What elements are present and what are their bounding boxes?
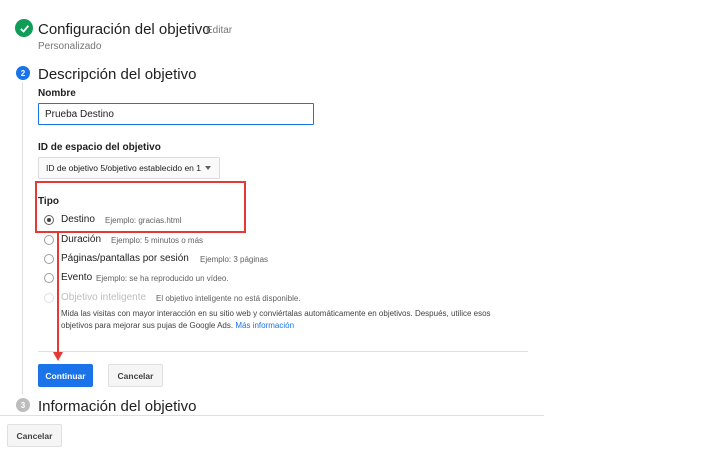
check-icon xyxy=(19,24,29,33)
step3-number-badge: 3 xyxy=(16,398,30,412)
divider xyxy=(0,415,544,416)
radio-objetivo-inteligente xyxy=(44,293,54,303)
continue-button[interactable]: Continuar xyxy=(38,364,93,387)
option-label-evento: Evento xyxy=(61,272,93,283)
option-label-paginas: Páginas/pantallas por sesión xyxy=(61,253,189,264)
cancel-step-button[interactable]: Cancelar xyxy=(108,364,163,387)
radio-duracion[interactable] xyxy=(44,235,54,245)
slot-dropdown-value: ID de objetivo 5/objetivo establecido en… xyxy=(46,163,201,173)
radio-evento[interactable] xyxy=(44,273,54,283)
slot-label: ID de espacio del objetivo xyxy=(38,142,161,153)
step2-title: Descripción del objetivo xyxy=(38,66,197,83)
step3-title: Información del objetivo xyxy=(38,398,197,415)
option-example-evento: Ejemplo: se ha reproducido un vídeo. xyxy=(96,274,229,283)
highlight-box xyxy=(35,181,246,233)
smart-goal-help: Mida las visitas con mayor interacción e… xyxy=(61,308,531,331)
step-connector-line xyxy=(22,82,23,394)
cancel-button[interactable]: Cancelar xyxy=(7,424,62,447)
name-label: Nombre xyxy=(38,88,76,99)
slot-dropdown[interactable]: ID de objetivo 5/objetivo establecido en… xyxy=(38,157,220,179)
edit-link[interactable]: Editar xyxy=(206,25,232,36)
divider xyxy=(38,351,528,352)
option-label-objetivo-inteligente: Objetivo inteligente xyxy=(61,292,147,303)
option-example-duracion: Ejemplo: 5 minutos o más xyxy=(111,236,204,245)
step1-title: Configuración del objetivo xyxy=(38,21,211,38)
help-line-2: objetivos para mejorar sus pujas de Goog… xyxy=(61,320,531,332)
option-example-objetivo-inteligente: El objetivo inteligente no está disponib… xyxy=(156,294,301,303)
arrow-down-icon xyxy=(53,352,63,361)
radio-paginas[interactable] xyxy=(44,254,54,264)
caret-down-icon xyxy=(205,166,211,170)
help-line-1: Mida las visitas con mayor interacción e… xyxy=(61,309,491,318)
step1-subtitle: Personalizado xyxy=(38,41,102,52)
option-label-duracion: Duración xyxy=(61,234,102,245)
step2-number-badge: 2 xyxy=(16,66,30,80)
help-line-2-text: objetivos para mejorar sus pujas de Goog… xyxy=(61,320,234,330)
highlight-arrow-line xyxy=(57,231,59,354)
more-info-link[interactable]: Más información xyxy=(235,321,294,330)
step-complete-check-icon xyxy=(15,19,33,37)
option-example-paginas: Ejemplo: 3 páginas xyxy=(200,255,269,264)
name-input[interactable] xyxy=(38,103,314,125)
